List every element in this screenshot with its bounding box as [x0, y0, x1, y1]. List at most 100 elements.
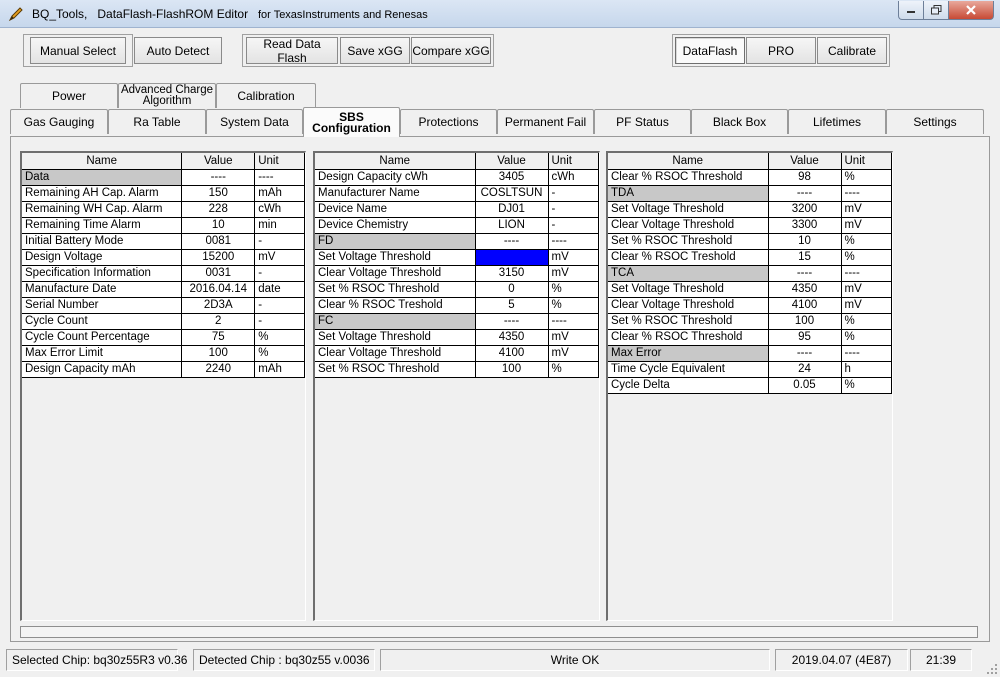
cell-value[interactable]: 2016.04.14 — [181, 281, 256, 298]
cell-value[interactable]: 5 — [475, 297, 549, 314]
table-row[interactable]: Time Cycle Equivalent 24 h — [608, 361, 892, 378]
tab-advanced-charge-algorithm[interactable]: Advanced Charge Algorithm — [118, 83, 216, 108]
table-row[interactable]: Clear % RSOC Threshold 98% — [608, 169, 892, 186]
cell-value[interactable]: 15200 — [181, 249, 256, 266]
cell-value[interactable]: 228 — [181, 201, 256, 218]
cell-value[interactable]: 10 — [181, 217, 256, 234]
cell-value[interactable]: ---- — [768, 265, 842, 282]
selected-value-cell[interactable] — [475, 249, 549, 266]
tab-calibration[interactable]: Calibration — [216, 83, 316, 108]
cell-value[interactable]: 4350 — [475, 329, 549, 346]
auto-detect-button[interactable]: Auto Detect — [134, 37, 222, 64]
calibrate-button[interactable]: Calibrate — [817, 37, 887, 64]
read-data-flash-button[interactable]: Read Data Flash — [246, 37, 338, 65]
cell-value[interactable]: ---- — [181, 169, 256, 186]
table-row[interactable]: Set Voltage Threshold mV — [315, 249, 599, 266]
table-row[interactable]: Device Name DJ01- — [315, 201, 599, 218]
cell-value[interactable]: 2240 — [181, 361, 256, 378]
tab-pf-status[interactable]: PF Status — [594, 109, 691, 134]
table-row[interactable]: Clear % RSOC Threshold 95% — [608, 329, 892, 346]
table-row[interactable]: Clear % RSOC Treshold 15% — [608, 249, 892, 266]
table-row[interactable]: Specification Information 0031- — [22, 265, 305, 282]
cell-value[interactable]: 15 — [768, 249, 842, 266]
table-row[interactable]: Clear Voltage Threshold 4100 mV — [608, 297, 892, 314]
table-row[interactable]: Set % RSOC Threshold 10% — [608, 233, 892, 250]
grid-sbs-3[interactable]: Name Value Unit Clear % RSOC Threshold 98% TD… — [606, 151, 893, 621]
section-row[interactable]: FD ---- ---- — [315, 233, 599, 250]
tab-power[interactable]: Power — [20, 83, 118, 108]
table-row[interactable]: Design Voltage 15200 mV — [22, 249, 305, 266]
tab-black-box[interactable]: Black Box — [691, 109, 788, 134]
cell-value[interactable]: 100 — [181, 345, 256, 362]
minimize-button[interactable] — [898, 1, 924, 20]
cell-value[interactable]: 24 — [768, 361, 842, 378]
table-row[interactable]: Set % RSOC Threshold 100% — [315, 361, 599, 378]
table-row[interactable]: Remaining AH Cap. Alarm 150 mAh — [22, 185, 305, 202]
cell-value[interactable]: 4350 — [768, 281, 842, 298]
cell-value[interactable]: 3405 — [475, 169, 549, 186]
tab-sbs-configuration[interactable]: SBS Configuration — [303, 107, 400, 137]
cell-value[interactable]: 0.05 — [768, 377, 842, 394]
section-row[interactable]: FC ---- ---- — [315, 313, 599, 330]
cell-value[interactable]: 98 — [768, 169, 842, 186]
cell-value[interactable]: 2D3A — [181, 297, 256, 314]
table-row[interactable]: Set Voltage Threshold 4350 mV — [315, 329, 599, 346]
table-row[interactable]: Cycle Count Percentage 75% — [22, 329, 305, 346]
table-row[interactable]: Cycle Count 2- — [22, 313, 305, 330]
table-row[interactable]: Design Capacity cWh 3405 cWh — [315, 169, 599, 186]
table-row[interactable]: Set % RSOC Threshold 100% — [608, 313, 892, 330]
tab-system-data[interactable]: System Data — [206, 109, 303, 134]
compare-xgg-button[interactable]: Compare xGG — [411, 37, 491, 64]
cell-value[interactable]: ---- — [475, 313, 549, 330]
cell-value[interactable]: 100 — [475, 361, 549, 378]
cell-value[interactable]: ---- — [475, 233, 549, 250]
cell-value[interactable]: 0081 — [181, 233, 256, 250]
table-row[interactable]: Set % RSOC Threshold 0% — [315, 281, 599, 298]
cell-value[interactable]: 100 — [768, 313, 842, 330]
pro-mode-button[interactable]: PRO — [746, 37, 816, 64]
cell-value[interactable]: DJ01 — [475, 201, 549, 218]
table-row[interactable]: Clear % RSOC Treshold 5% — [315, 297, 599, 314]
cell-value[interactable]: COSLTSUN — [475, 185, 549, 202]
table-row[interactable]: Cycle Delta 0.05% — [608, 377, 892, 394]
cell-value[interactable]: 4100 — [475, 345, 549, 362]
cell-value[interactable]: ---- — [768, 185, 842, 202]
cell-value[interactable]: 2 — [181, 313, 256, 330]
cell-value[interactable]: 95 — [768, 329, 842, 346]
tab-ra-table[interactable]: Ra Table — [108, 109, 206, 134]
save-xgg-button[interactable]: Save xGG — [340, 37, 410, 64]
section-row[interactable]: TDA ---- ---- — [608, 185, 892, 202]
section-row[interactable]: TCA ---- ---- — [608, 265, 892, 282]
section-row[interactable]: Max Error ---- ---- — [608, 345, 892, 362]
tab-protections[interactable]: Protections — [400, 109, 497, 134]
cell-value[interactable]: 4100 — [768, 297, 842, 314]
cell-value[interactable]: ---- — [768, 345, 842, 362]
table-row[interactable]: Serial Number 2D3A - — [22, 297, 305, 314]
table-row[interactable]: Initial Battery Mode 0081- — [22, 233, 305, 250]
table-row[interactable]: Clear Voltage Threshold 4100 mV — [315, 345, 599, 362]
cell-value[interactable]: 10 — [768, 233, 842, 250]
cell-value[interactable]: 75 — [181, 329, 256, 346]
table-row[interactable]: Manufacture Date 2016.04.14 date — [22, 281, 305, 298]
cell-value[interactable]: 3200 — [768, 201, 842, 218]
manual-select-button[interactable]: Manual Select — [30, 37, 126, 64]
grid-sbs-2[interactable]: Name Value Unit Design Capacity cWh 3405 cWh M… — [313, 151, 600, 621]
table-row[interactable]: Set Voltage Threshold 4350 mV — [608, 281, 892, 298]
table-row[interactable]: Device Chemistry LION - — [315, 217, 599, 234]
cell-value[interactable]: 0031 — [181, 265, 256, 282]
close-button[interactable] — [949, 1, 994, 20]
grid-sbs-1[interactable]: Name Value Unit Data ---- ---- Remaining AH Ca… — [20, 151, 306, 621]
table-row[interactable]: Max Error Limit 100% — [22, 345, 305, 362]
maximize-button[interactable] — [924, 1, 949, 20]
table-row[interactable]: Design Capacity mAh 2240 mAh — [22, 361, 305, 378]
table-row[interactable]: Clear Voltage Threshold 3300 mV — [608, 217, 892, 234]
section-row[interactable]: Data ---- ---- — [22, 169, 305, 186]
resize-grip-icon[interactable] — [986, 663, 998, 675]
tab-gas-gauging[interactable]: Gas Gauging — [10, 109, 108, 134]
cell-value[interactable]: LION — [475, 217, 549, 234]
dataflash-mode-button[interactable]: DataFlash — [675, 37, 745, 64]
cell-value[interactable]: 0 — [475, 281, 549, 298]
cell-value[interactable]: 150 — [181, 185, 256, 202]
table-row[interactable]: Set Voltage Threshold 3200 mV — [608, 201, 892, 218]
table-row[interactable]: Remaining WH Cap. Alarm 228 cWh — [22, 201, 305, 218]
